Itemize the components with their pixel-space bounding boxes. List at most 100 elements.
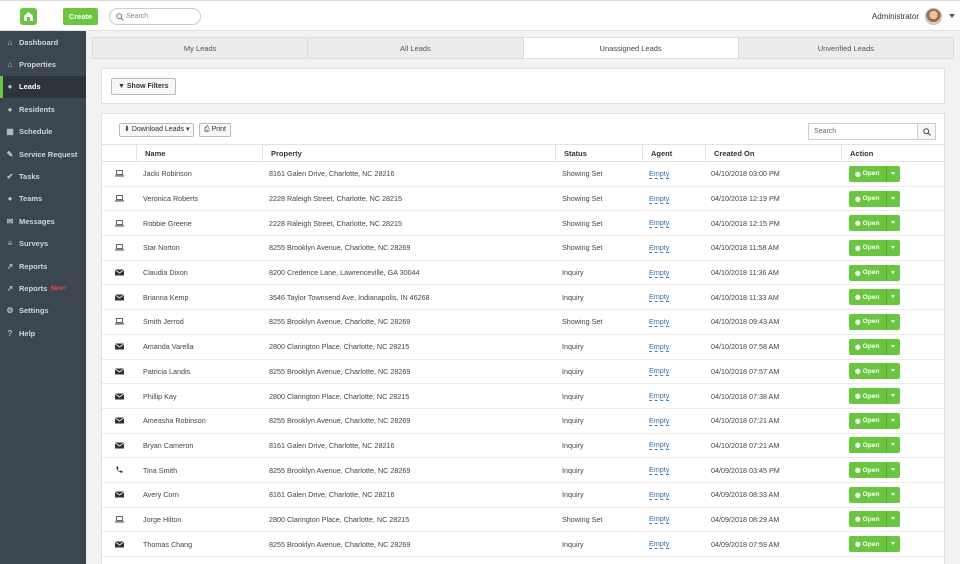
open-lead-button[interactable]: ◉ Open (849, 239, 900, 256)
sidebar-item-help[interactable]: ? Help (0, 322, 86, 344)
table-row[interactable]: Robbie Greene 2228 Raleigh Street, Charlo… (102, 211, 944, 237)
table-row[interactable]: Jorge Hilton 2800 Clarington Place, Charl… (102, 508, 944, 533)
sidebar-item-service-request[interactable]: ✎ Service Request (0, 143, 86, 165)
home-logo-icon[interactable] (20, 8, 37, 25)
column-header-status[interactable]: Status (555, 145, 587, 161)
lead-name[interactable]: Brianna Kemp (143, 285, 189, 309)
sidebar-item-tasks[interactable]: ✔ Tasks (0, 165, 86, 187)
sidebar-item-surveys[interactable]: ≡ Surveys (0, 233, 86, 255)
lead-name[interactable]: Phillip Kay (143, 384, 177, 408)
lead-name[interactable]: Jorge Hilton (143, 508, 181, 532)
column-header-action[interactable]: Action (841, 145, 873, 161)
lead-name[interactable]: Star Norton (143, 236, 180, 260)
chevron-down-icon[interactable] (891, 196, 895, 200)
chevron-down-icon[interactable] (891, 319, 895, 323)
open-lead-button[interactable]: ◉ Open (849, 363, 900, 380)
assign-agent-link[interactable]: Empty (649, 539, 670, 550)
table-row[interactable]: Tina Smith 8255 Brooklyn Avenue, Charlott… (102, 458, 944, 483)
assign-agent-link[interactable]: Empty (649, 218, 670, 229)
assign-agent-link[interactable]: Empty (649, 490, 670, 500)
chevron-down-icon[interactable] (891, 295, 895, 299)
assign-agent-link[interactable]: Empty (649, 317, 670, 327)
table-row[interactable]: Thomas Chang 8255 Brooklyn Avenue, Charlo… (102, 532, 944, 557)
lead-name[interactable]: Claudia Dixon (143, 261, 188, 285)
chevron-down-icon[interactable] (891, 443, 895, 447)
open-lead-button[interactable]: ◉ Open (849, 536, 900, 553)
chevron-down-icon[interactable] (891, 394, 895, 398)
lead-name[interactable]: Ameasha Robinson (143, 409, 206, 433)
assign-agent-link[interactable]: Empty (649, 169, 670, 179)
sidebar-item-residents[interactable]: ● Residents (0, 98, 86, 120)
open-lead-button[interactable]: ◉ Open (849, 511, 900, 528)
chevron-down-icon[interactable] (949, 14, 955, 18)
sidebar-item-leads[interactable]: ● Leads (0, 75, 86, 99)
table-search-button[interactable] (917, 123, 936, 140)
assign-agent-link[interactable]: Empty (649, 366, 670, 377)
lead-name[interactable]: Veronica Roberts (143, 187, 198, 211)
assign-agent-link[interactable]: Empty (649, 194, 670, 204)
column-header-property[interactable]: Property (262, 145, 302, 161)
table-row[interactable]: Jacki Robinson 8161 Galen Drive, Charlott… (102, 162, 944, 187)
table-search-input[interactable]: Search (808, 123, 918, 140)
lead-name[interactable]: Robbie Greene (143, 211, 192, 235)
column-header-name[interactable]: Name (136, 145, 165, 161)
lead-name[interactable]: Smith Jerrod (143, 310, 184, 334)
assign-agent-link[interactable]: Empty (649, 465, 670, 476)
assign-agent-link[interactable]: Empty (649, 391, 670, 402)
lead-name[interactable]: Thomas Chang (143, 532, 192, 556)
table-row[interactable]: Avery Corn 8161 Galen Drive, Charlotte, N… (102, 483, 944, 508)
tab-unassigned-leads[interactable]: Unassigned Leads (523, 38, 739, 58)
tab-all-leads[interactable]: All Leads (308, 38, 524, 58)
lead-name[interactable]: Patricia Landis (143, 360, 190, 384)
lead-name[interactable]: Amanda Varella (143, 335, 194, 359)
chevron-down-icon[interactable] (891, 344, 895, 348)
open-lead-button[interactable]: ◉ Open (849, 289, 900, 306)
global-search-input[interactable]: Search (109, 8, 201, 25)
user-name[interactable]: Administrator (872, 1, 919, 32)
table-row[interactable]: Claudia Dixon 8200 Credence Lane, Lawrenc… (102, 261, 944, 286)
chevron-down-icon[interactable] (891, 468, 895, 472)
lead-name[interactable]: Avery Corn (143, 483, 179, 507)
assign-agent-link[interactable]: Empty (649, 440, 670, 451)
sidebar-item-messages[interactable]: ✉ Messages (0, 210, 86, 232)
open-lead-button[interactable]: ◉ Open (849, 313, 900, 330)
assign-agent-link[interactable]: Empty (649, 342, 670, 352)
assign-agent-link[interactable]: Empty (649, 268, 670, 278)
open-lead-button[interactable]: ◉ Open (849, 338, 900, 355)
chevron-down-icon[interactable] (891, 418, 895, 422)
download-leads-button[interactable]: ⬇ Download Leads ▾ (119, 123, 195, 137)
open-lead-button[interactable]: ◉ Open (849, 264, 900, 281)
table-row[interactable]: Star Norton 8255 Brooklyn Avenue, Charlot… (102, 236, 944, 261)
chevron-down-icon[interactable] (891, 221, 895, 225)
table-row[interactable]: Brianna Kemp 3546 Taylor Townsend Ave, In… (102, 285, 944, 311)
sidebar-item-schedule[interactable]: ▦ Schedule (0, 121, 86, 143)
table-row[interactable]: Smith Jerrod 8255 Brooklyn Avenue, Charlo… (102, 310, 944, 335)
assign-agent-link[interactable]: Empty (649, 416, 670, 426)
open-lead-button[interactable]: ◉ Open (849, 437, 900, 454)
table-row[interactable]: Ameasha Robinson 8255 Brooklyn Avenue, Ch… (102, 409, 944, 434)
column-header-agent[interactable]: Agent (642, 145, 672, 161)
print-button[interactable]: ⎙ Print (199, 123, 231, 137)
lead-name[interactable]: Bryan Cameron (143, 434, 193, 458)
column-header-created-on[interactable]: Created On (705, 145, 754, 161)
chevron-down-icon[interactable] (891, 492, 895, 496)
sidebar-item-teams[interactable]: ● Teams (0, 188, 86, 210)
chevron-down-icon[interactable] (891, 369, 895, 373)
show-filters-button[interactable]: ▼ Show Filters (111, 78, 176, 95)
table-row[interactable]: Veronica Roberts 2228 Raleigh Street, Cha… (102, 187, 944, 212)
chevron-down-icon[interactable] (891, 517, 895, 521)
chevron-down-icon[interactable] (891, 245, 895, 249)
tab-unverified-leads[interactable]: Unverified Leads (739, 38, 953, 58)
open-lead-button[interactable]: ◉ Open (849, 190, 900, 207)
sidebar-item-settings[interactable]: ⚙ Settings (0, 300, 86, 322)
table-row[interactable]: Amanda Varella 2800 Clarington Place, Cha… (102, 335, 944, 360)
open-lead-button[interactable]: ◉ Open (849, 215, 900, 232)
chevron-down-icon[interactable] (891, 542, 895, 546)
sidebar-item-reports[interactable]: ↗ Reports New! (0, 277, 86, 299)
sidebar-item-dashboard[interactable]: ⌂ Dashboard (0, 31, 86, 53)
assign-agent-link[interactable]: Empty (649, 243, 670, 253)
table-row[interactable]: Bryan Cameron 8161 Galen Drive, Charlotte… (102, 434, 944, 459)
sidebar-item-reports[interactable]: ↗ Reports (0, 255, 86, 277)
open-lead-button[interactable]: ◉ Open (849, 462, 900, 479)
assign-agent-link[interactable]: Empty (649, 292, 670, 303)
